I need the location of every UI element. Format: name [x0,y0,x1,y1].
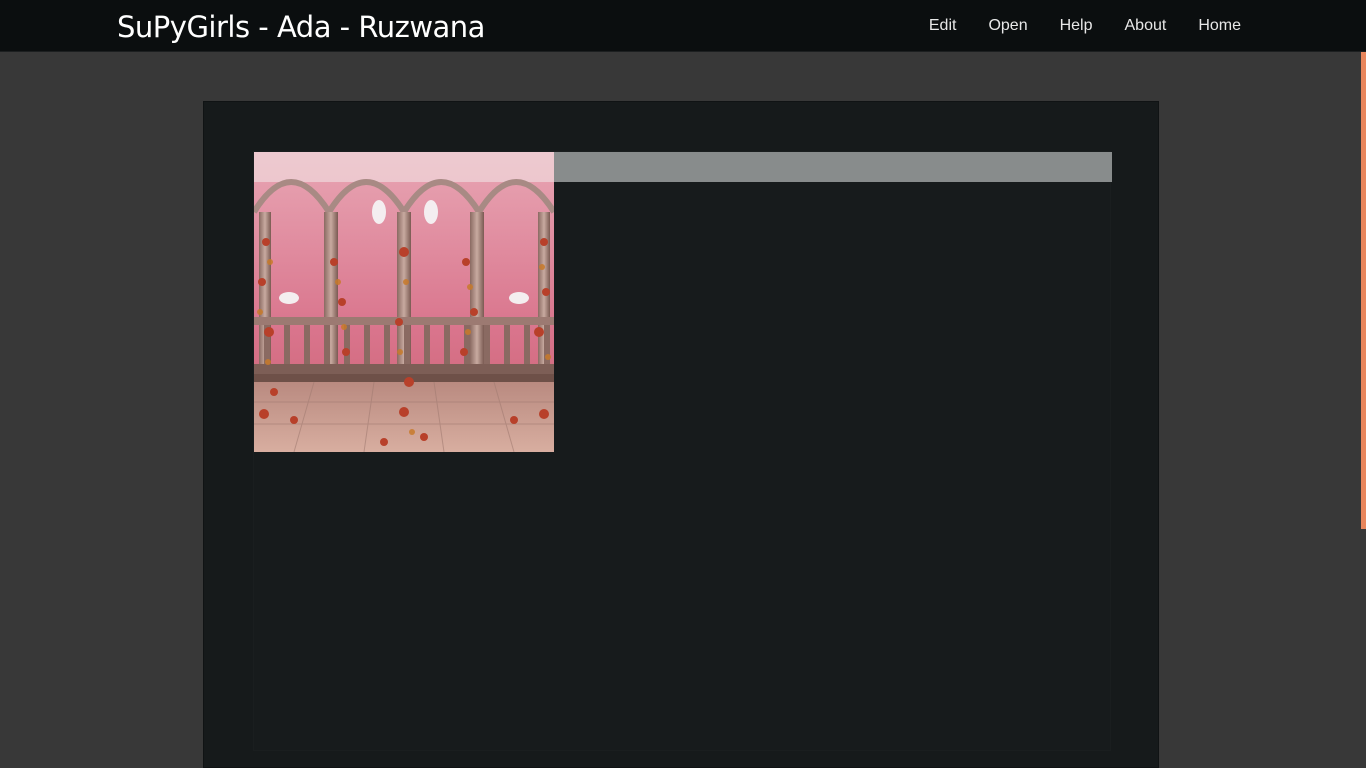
nav-home[interactable]: Home [1198,17,1241,35]
top-navbar: SuPyGirls - Ada - Ruzwana Edit Open Help… [0,0,1366,52]
brand-title[interactable]: SuPyGirls - Ada - Ruzwana [117,9,485,45]
game-canvas[interactable] [253,151,1112,751]
balcony-scene-image [254,152,554,452]
scrollbar-thumb[interactable] [1361,52,1366,529]
nav-edit[interactable]: Edit [929,17,957,35]
main-panel [203,101,1159,768]
nav-help[interactable]: Help [1060,17,1093,35]
nav-open[interactable]: Open [988,17,1027,35]
nav-menu: Edit Open Help About Home [897,0,1241,52]
nav-about[interactable]: About [1125,17,1167,35]
